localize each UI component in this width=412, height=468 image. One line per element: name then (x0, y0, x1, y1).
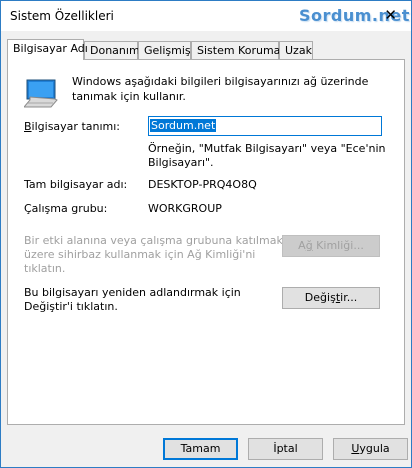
system-properties-window: Sistem Özellikleri Sordum.net ✕ Bilgisay… (0, 0, 412, 468)
apply-button[interactable]: Uygula (333, 438, 408, 460)
tab-remote[interactable]: Uzak (279, 41, 313, 59)
full-name-label: Tam bilgisayar adı: (24, 178, 128, 191)
computer-monitor-icon (24, 79, 58, 108)
intro-description: Windows aşağıdaki bilgileri bilgisayarın… (72, 75, 369, 103)
workgroup-value: WORKGROUP (148, 202, 222, 215)
workgroup-label: Çalışma grubu: (24, 202, 108, 215)
ok-button[interactable]: Tamam (163, 438, 238, 460)
computer-description-value: Sordum.net (150, 119, 217, 132)
computer-description-label: Bilgisayar tanımı: (24, 120, 120, 133)
computer-description-input[interactable]: Sordum.net (148, 116, 382, 136)
tab-hardware[interactable]: Donanım (84, 41, 140, 59)
rename-text: Bu bilgisayarı yeniden adlandırmak için … (24, 286, 241, 313)
network-id-button[interactable]: Ağ Kimliği... (282, 235, 380, 257)
title-bar[interactable]: Sistem Özellikleri Sordum.net ✕ (1, 1, 411, 31)
cancel-button[interactable]: İptal (248, 438, 323, 460)
tab-advanced[interactable]: Gelişmiş (138, 41, 191, 59)
window-title: Sistem Özellikleri (10, 9, 114, 23)
example-hint: Örneğin, "Mutfak Bilgisayarı" veya "Ece'… (148, 142, 386, 169)
network-id-text: Bir etki alanına veya çalışma grubuna ka… (24, 234, 283, 275)
tab-panel-computer-name: Windows aşağıdaki bilgileri bilgisayarın… (7, 59, 405, 425)
tab-system-protection[interactable]: Sistem Koruması (191, 41, 289, 59)
full-name-value: DESKTOP-PRQ4O8Q (148, 178, 257, 191)
change-button[interactable]: Değiştir... (282, 287, 380, 309)
close-icon[interactable]: ✕ (384, 8, 397, 23)
tab-computer-name[interactable]: Bilgisayar Adı (7, 39, 88, 60)
